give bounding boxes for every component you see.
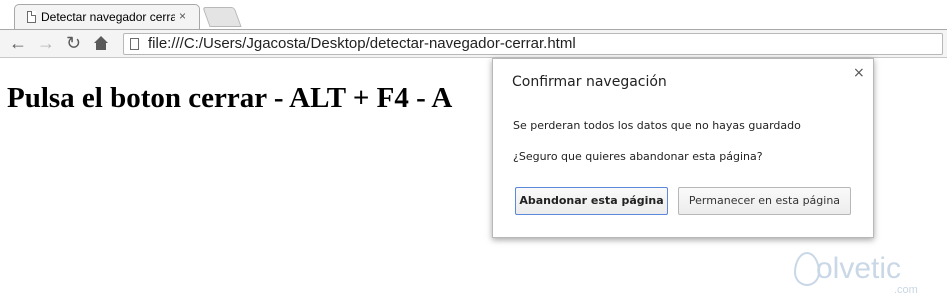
browser-toolbar: ← → ↻ file:///C:/Users/Jgacosta/Desktop/… bbox=[0, 30, 947, 58]
stay-page-button[interactable]: Permanecer en esta página bbox=[678, 187, 851, 215]
back-arrow-icon[interactable]: ← bbox=[9, 32, 27, 54]
url-text: file:///C:/Users/Jgacosta/Desktop/detect… bbox=[148, 35, 576, 52]
dialog-title: Confirmar navegación bbox=[512, 74, 667, 90]
tab-close-icon[interactable]: × bbox=[179, 9, 186, 23]
leave-page-button[interactable]: Abandonar esta página bbox=[515, 187, 668, 215]
confirm-navigation-dialog: Confirmar navegación × Se perderan todos… bbox=[492, 58, 874, 238]
page-icon bbox=[27, 11, 36, 23]
address-bar[interactable]: file:///C:/Users/Jgacosta/Desktop/detect… bbox=[123, 33, 943, 55]
tab-title: Detectar navegador cerrar bbox=[41, 10, 175, 24]
new-tab-button[interactable] bbox=[202, 7, 242, 27]
dialog-question: ¿Seguro que quieres abandonar esta págin… bbox=[513, 150, 763, 163]
file-icon bbox=[130, 38, 139, 50]
forward-arrow-icon[interactable]: → bbox=[37, 32, 55, 54]
solvetic-watermark: olvetic .com bbox=[790, 246, 920, 302]
home-icon[interactable] bbox=[94, 36, 108, 50]
reload-icon[interactable]: ↻ bbox=[66, 32, 81, 54]
dialog-message: Se perderan todos los datos que no hayas… bbox=[513, 119, 801, 132]
tab-active[interactable]: Detectar navegador cerrar × bbox=[14, 4, 200, 30]
page-heading: Pulsa el boton cerrar - ALT + F4 - A bbox=[7, 82, 453, 114]
watermark-domain: .com bbox=[894, 284, 918, 296]
dialog-close-icon[interactable]: × bbox=[853, 65, 865, 81]
watermark-brand: olvetic bbox=[816, 252, 902, 285]
tab-strip: Detectar navegador cerrar × bbox=[0, 0, 947, 30]
